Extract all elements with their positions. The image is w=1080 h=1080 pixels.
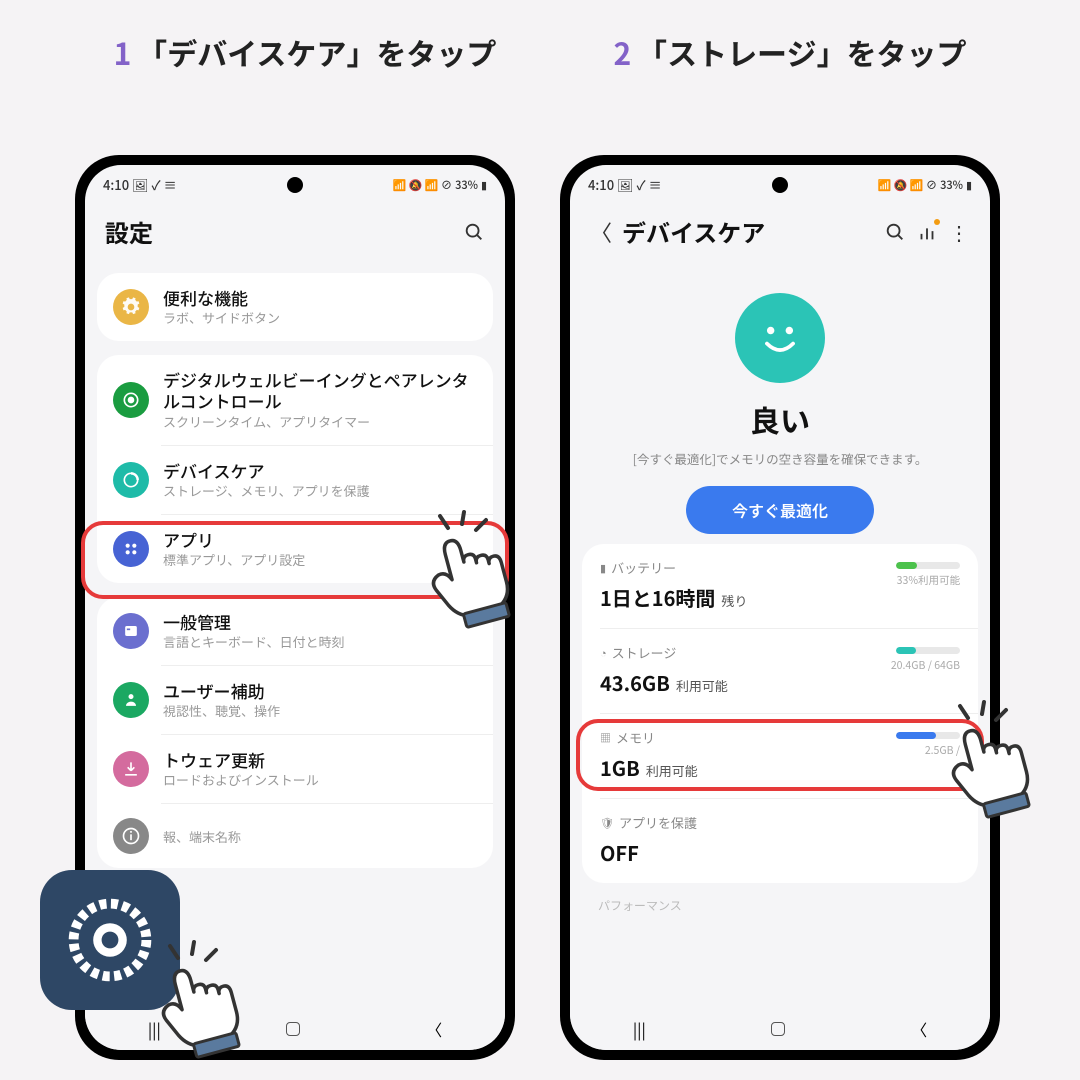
metrics-card: ▮ バッテリー 1日と16時間残り33%利用可能◔ ストレージ 43.6GB利用…: [582, 544, 978, 883]
settings-item-grid[interactable]: アプリ標準アプリ、アプリ設定: [97, 515, 493, 583]
back-icon[interactable]: 〈: [911, 1017, 927, 1041]
metric-memory[interactable]: ▦ メモリ 1GB利用可能2.5GB /: [582, 714, 978, 798]
phone-mockup-2: 4:10 🖼 ✓ ≡ 📶 🔕 📶 ⊘ 33%▮ 〈 デバイスケア ⋮ 良い [今…: [560, 155, 1000, 1060]
optimize-button[interactable]: 今すぐ最適化: [686, 486, 874, 534]
settings-header: 設定: [85, 198, 505, 273]
status-label: 良い: [582, 397, 978, 441]
settings-item-down[interactable]: トウェア更新ロードおよびインストール: [97, 735, 493, 803]
home-icon[interactable]: [286, 1022, 300, 1036]
globe-icon: [113, 613, 149, 649]
page-title: 設定: [105, 214, 453, 249]
metric-storage[interactable]: ◔ ストレージ 43.6GB利用可能20.4GB / 64GB: [582, 629, 978, 713]
back-icon[interactable]: 〈: [426, 1017, 442, 1041]
recents-icon[interactable]: |||: [148, 1017, 161, 1041]
step-2-heading: 2「ストレージ」をタップ: [560, 30, 1020, 75]
search-icon[interactable]: [884, 221, 906, 243]
settings-item-info[interactable]: 報、端末名称: [97, 804, 493, 868]
device-care-status: 良い [今すぐ最適化]でメモリの空き容量を確保できます。 今すぐ最適化: [570, 273, 990, 544]
smiley-icon: [735, 293, 825, 383]
grid-icon: [113, 531, 149, 567]
android-nav-bar: ||| 〈: [85, 1008, 505, 1050]
android-nav-bar: ||| 〈: [570, 1008, 990, 1050]
home-icon[interactable]: [771, 1022, 785, 1036]
metric-battery[interactable]: ▮ バッテリー 1日と16時間残り33%利用可能: [582, 544, 978, 628]
step-1-heading: 1「デバイスケア」をタップ: [75, 30, 535, 75]
more-icon[interactable]: ⋮: [948, 221, 970, 243]
settings-item-gear[interactable]: 便利な機能ラボ、サイドボタン: [97, 273, 493, 341]
search-icon[interactable]: [463, 221, 485, 243]
info-icon: [113, 818, 149, 854]
metric-protect[interactable]: 🛡 アプリを保護 OFF: [582, 799, 978, 883]
back-icon[interactable]: 〈: [590, 216, 612, 248]
settings-item-care[interactable]: デバイスケアストレージ、メモリ、アプリを保護: [97, 446, 493, 514]
gear-icon: [113, 289, 149, 325]
performance-label: パフォーマンス: [598, 897, 962, 914]
person-icon: [113, 682, 149, 718]
care-icon: [113, 462, 149, 498]
settings-app-icon[interactable]: [40, 870, 180, 1010]
chart-icon[interactable]: [916, 221, 938, 243]
down-icon: [113, 751, 149, 787]
recents-icon[interactable]: |||: [633, 1017, 646, 1041]
page-title: デバイスケア: [622, 214, 874, 249]
status-subtitle: [今すぐ最適化]でメモリの空き容量を確保できます。: [582, 449, 978, 468]
target-icon: [113, 382, 149, 418]
settings-item-person[interactable]: ユーザー補助視認性、聴覚、操作: [97, 666, 493, 734]
device-care-header: 〈 デバイスケア ⋮: [570, 198, 990, 273]
settings-item-globe[interactable]: 一般管理言語とキーボード、日付と時刻: [97, 597, 493, 665]
settings-item-target[interactable]: デジタルウェルビーイングとペアレンタルコントロールスクリーンタイム、アプリタイマ…: [97, 355, 493, 444]
